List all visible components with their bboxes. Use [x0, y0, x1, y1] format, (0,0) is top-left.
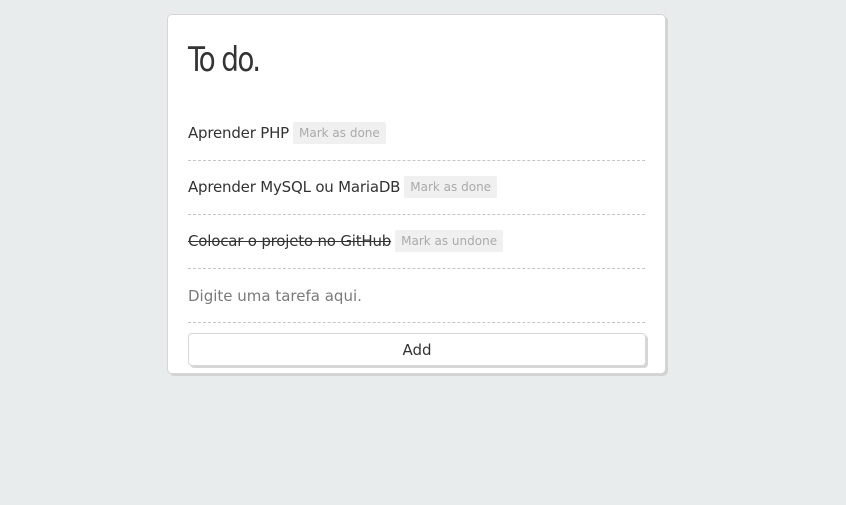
- new-task-row: [188, 269, 645, 323]
- task-text: Aprender MySQL ou MariaDB: [188, 177, 401, 196]
- add-button[interactable]: Add: [188, 333, 646, 366]
- task-list: Aprender PHP Mark as done Aprender MySQL…: [188, 107, 645, 269]
- mark-as-done-button[interactable]: Mark as done: [293, 121, 386, 144]
- task-item: Aprender PHP Mark as done: [188, 107, 645, 161]
- task-text: Aprender PHP: [188, 123, 290, 142]
- new-task-input[interactable]: [188, 286, 645, 305]
- mark-as-done-button[interactable]: Mark as done: [404, 175, 498, 198]
- task-text-done: Colocar o projeto no GitHub: [188, 231, 392, 250]
- task-item: Aprender MySQL ou MariaDB Mark as done: [188, 161, 645, 215]
- mark-as-undone-button[interactable]: Mark as undone: [395, 229, 504, 252]
- todo-card: To do. Aprender PHP Mark as done Aprende…: [167, 14, 666, 374]
- page-title: To do.: [188, 40, 261, 80]
- task-item: Colocar o projeto no GitHub Mark as undo…: [188, 215, 645, 269]
